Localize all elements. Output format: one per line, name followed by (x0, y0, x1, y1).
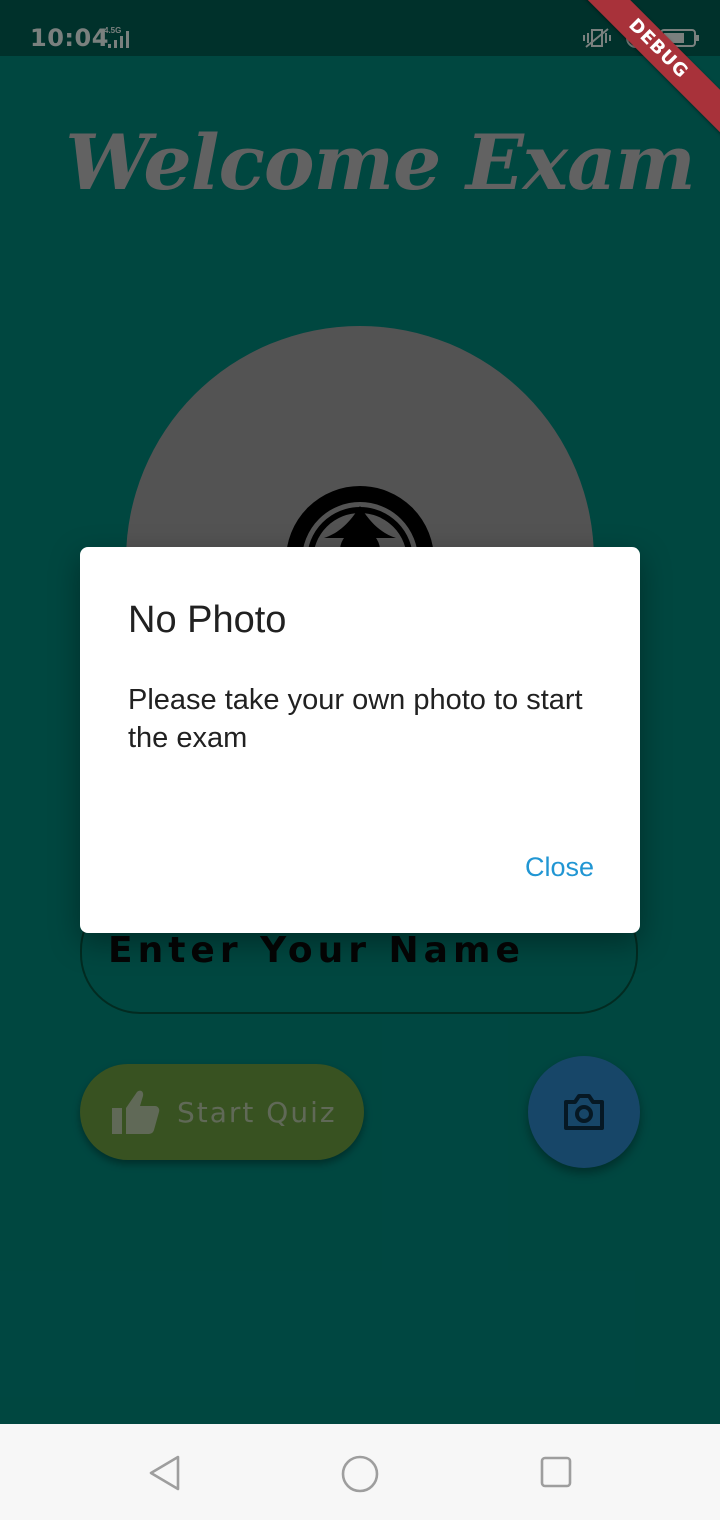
back-icon[interactable] (146, 1454, 182, 1492)
app-screen: 10:04 4.5G DEBUG Welcome Exam Enter Your… (0, 0, 720, 1520)
recents-icon[interactable] (540, 1456, 572, 1488)
dialog-title: No Photo (128, 599, 287, 641)
alert-dialog: No Photo Please take your own photo to s… (80, 547, 640, 933)
dialog-message: Please take your own photo to start the … (128, 684, 583, 754)
navigation-bar (0, 1424, 720, 1520)
home-icon[interactable] (340, 1454, 380, 1494)
close-button[interactable]: Close (525, 852, 594, 883)
